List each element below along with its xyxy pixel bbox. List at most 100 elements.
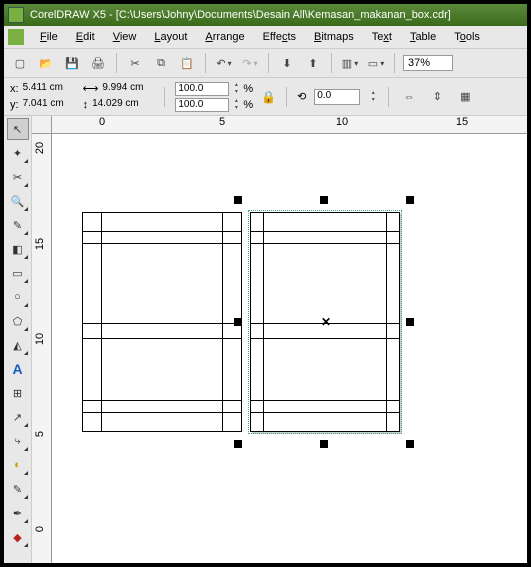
height-value[interactable]: 14.029 cm xyxy=(90,98,144,112)
selection-handle[interactable] xyxy=(234,440,242,448)
menu-tools[interactable]: Tools xyxy=(446,29,488,45)
new-icon[interactable]: ▢ xyxy=(10,53,30,73)
connector-tool-icon[interactable]: ⤷ xyxy=(7,430,29,452)
scale-x-stepper[interactable]: ▴▾ xyxy=(231,82,241,96)
menu-table[interactable]: Table xyxy=(402,29,444,45)
mirror-v-icon[interactable]: ⇕ xyxy=(427,87,447,107)
lock-ratio-icon[interactable]: 🔒 xyxy=(261,90,276,104)
separator xyxy=(268,53,269,73)
separator xyxy=(164,87,165,107)
separator xyxy=(116,53,117,73)
undo-icon[interactable]: ↶▾ xyxy=(214,53,234,73)
x-label: x: xyxy=(10,83,19,95)
percent-label: % xyxy=(243,83,253,95)
menu-arrange[interactable]: Arrange xyxy=(197,29,252,45)
ruler-origin[interactable] xyxy=(32,116,52,134)
width-value[interactable]: 9.994 cm xyxy=(100,82,154,96)
selection-center-icon: ✕ xyxy=(321,315,331,329)
outline-tool-icon[interactable]: ✒ xyxy=(7,502,29,524)
selection-handle[interactable] xyxy=(406,440,414,448)
selection-handle[interactable] xyxy=(406,196,414,204)
box-object-left[interactable] xyxy=(82,212,242,432)
selection-handle[interactable] xyxy=(320,440,328,448)
standard-toolbar: ▢ 📂 💾 🖨 ✂ ⧉ 📋 ↶▾ ↷▾ ⬇ ⬆ ▥▾ ▭▾ 37% xyxy=(4,48,527,78)
ruler-v-tick: 10 xyxy=(34,333,46,345)
mirror-h-icon[interactable]: ⇔ xyxy=(399,87,419,107)
eyedropper-tool-icon[interactable]: ✎ xyxy=(7,478,29,500)
vertical-ruler[interactable]: 20 15 10 5 0 xyxy=(32,134,52,563)
smart-fill-tool-icon[interactable]: ◧ xyxy=(7,238,29,260)
drawing-canvas[interactable]: ✕ xyxy=(52,134,527,563)
ruler-h-tick: 15 xyxy=(456,116,468,128)
ruler-h-tick: 10 xyxy=(336,116,348,128)
pick-tool-icon[interactable]: ↖ xyxy=(7,118,29,140)
ellipse-tool-icon[interactable]: ○ xyxy=(7,286,29,308)
window-title: CorelDRAW X5 - [C:\Users\Johny\Documents… xyxy=(30,9,451,21)
app-icon xyxy=(8,7,24,23)
table-tool-icon[interactable]: ⊞ xyxy=(7,382,29,404)
align-icon[interactable]: ▦ xyxy=(455,87,475,107)
copy-icon[interactable]: ⧉ xyxy=(151,53,171,73)
separator xyxy=(286,87,287,107)
fill-tool-icon[interactable]: ◆ xyxy=(7,526,29,548)
effects-tool-icon[interactable]: ◐ xyxy=(7,454,29,476)
shape-tool-icon[interactable]: ✦ xyxy=(7,142,29,164)
scale-y-stepper[interactable]: ▴▾ xyxy=(231,98,241,112)
main-area: ↖ ✦ ✂ 🔍 ✎ ◧ ▭ ○ ⬠ ◭ A ⊞ ↗ ⤷ ◐ ✎ ✒ ◆ 0 5 … xyxy=(4,116,527,563)
menu-text[interactable]: Text xyxy=(364,29,400,45)
y-position[interactable]: 7.041 cm xyxy=(21,98,75,112)
separator xyxy=(394,53,395,73)
scale-y[interactable]: 100.0 xyxy=(175,98,229,112)
menu-file[interactable]: File xyxy=(32,29,66,45)
scale-x[interactable]: 100.0 xyxy=(175,82,229,96)
separator xyxy=(205,53,206,73)
launcher-icon[interactable]: ▥▾ xyxy=(340,53,360,73)
paste-icon[interactable]: 📋 xyxy=(177,53,197,73)
freehand-tool-icon[interactable]: ✎ xyxy=(7,214,29,236)
percent-label: % xyxy=(243,99,253,111)
document-icon[interactable] xyxy=(8,29,24,45)
print-icon[interactable]: 🖨 xyxy=(88,53,108,73)
rotate-icon: ⟲ xyxy=(297,90,306,103)
selection-handle[interactable] xyxy=(234,196,242,204)
property-bar: x: 5.411 cm y: 7.041 cm ⟷ 9.994 cm ↕ 14.… xyxy=(4,78,527,116)
ruler-v-tick: 20 xyxy=(34,142,46,154)
menu-view[interactable]: View xyxy=(105,29,145,45)
menu-effects[interactable]: Effects xyxy=(255,29,304,45)
zoom-input[interactable]: 37% xyxy=(403,55,453,71)
text-tool-icon[interactable]: A xyxy=(7,358,29,380)
separator xyxy=(331,53,332,73)
ruler-v-tick: 0 xyxy=(34,526,46,532)
horizontal-ruler[interactable]: 0 5 10 15 xyxy=(52,116,527,134)
rectangle-tool-icon[interactable]: ▭ xyxy=(7,262,29,284)
crop-tool-icon[interactable]: ✂ xyxy=(7,166,29,188)
menu-edit[interactable]: Edit xyxy=(68,29,103,45)
menu-layout[interactable]: Layout xyxy=(146,29,195,45)
y-label: y: xyxy=(10,99,19,111)
angle-stepper[interactable]: ▴▾ xyxy=(368,90,378,104)
toolbox: ↖ ✦ ✂ 🔍 ✎ ◧ ▭ ○ ⬠ ◭ A ⊞ ↗ ⤷ ◐ ✎ ✒ ◆ xyxy=(4,116,32,563)
selection-handle[interactable] xyxy=(406,318,414,326)
dimension-tool-icon[interactable]: ↗ xyxy=(7,406,29,428)
ruler-v-tick: 15 xyxy=(34,238,46,250)
ruler-v-tick: 5 xyxy=(34,431,46,437)
rotation-angle[interactable]: 0.0 xyxy=(314,89,360,105)
x-position[interactable]: 5.411 cm xyxy=(21,82,75,96)
menu-bitmaps[interactable]: Bitmaps xyxy=(306,29,362,45)
export-icon[interactable]: ⬆ xyxy=(303,53,323,73)
selection-handle[interactable] xyxy=(320,196,328,204)
polygon-tool-icon[interactable]: ⬠ xyxy=(7,310,29,332)
selection-handle[interactable] xyxy=(234,318,242,326)
basic-shapes-tool-icon[interactable]: ◭ xyxy=(7,334,29,356)
import-icon[interactable]: ⬇ xyxy=(277,53,297,73)
save-icon[interactable]: 💾 xyxy=(62,53,82,73)
menu-bar: File Edit View Layout Arrange Effects Bi… xyxy=(4,26,527,48)
ruler-h-tick: 0 xyxy=(99,116,105,128)
title-bar: CorelDRAW X5 - [C:\Users\Johny\Documents… xyxy=(4,4,527,26)
zoom-tool-icon[interactable]: 🔍 xyxy=(7,190,29,212)
width-icon: ⟷ xyxy=(83,82,99,95)
redo-icon[interactable]: ↷▾ xyxy=(240,53,260,73)
welcome-icon[interactable]: ▭▾ xyxy=(366,53,386,73)
cut-icon[interactable]: ✂ xyxy=(125,53,145,73)
open-icon[interactable]: 📂 xyxy=(36,53,56,73)
